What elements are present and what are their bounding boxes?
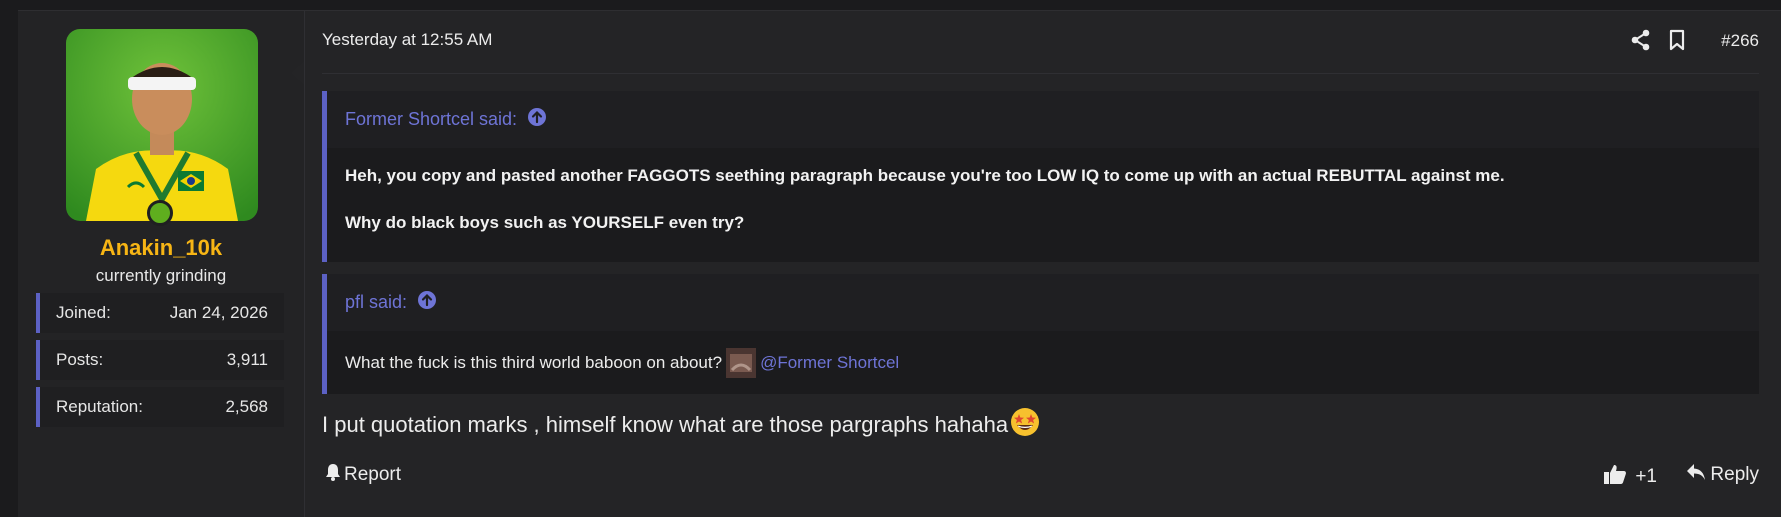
stat-posts: Posts: 3,911 (36, 340, 284, 380)
user-mention-link[interactable]: @Former Shortcel (760, 353, 899, 373)
reply-arrow-icon (1686, 463, 1706, 487)
quote-block: pfl said: What the fuck is this third wo… (322, 274, 1759, 394)
bell-icon (325, 463, 341, 487)
reply-button[interactable]: Reply (1686, 463, 1759, 487)
post-container: Anakin_10k currently grinding Joined: Ja… (18, 10, 1781, 517)
quote-header: pfl said: (327, 274, 1759, 331)
avatar[interactable] (66, 29, 258, 221)
quote-block: Former Shortcel said: Heh, you copy and … (322, 91, 1759, 262)
like-count: +1 (1635, 466, 1657, 487)
like-button[interactable]: +1 (1603, 463, 1657, 491)
arrow-circle-up-icon[interactable] (417, 290, 437, 315)
stat-reputation: Reputation: 2,568 (36, 387, 284, 427)
post-main: Yesterday at 12:55 AM #266 Former Shortc (322, 11, 1781, 517)
quote-text-row: What the fuck is this third world baboon… (345, 347, 899, 378)
user-panel-pointer (291, 61, 304, 85)
stat-value: 3,911 (226, 350, 268, 369)
grinning-star-eyes-emoji (1010, 407, 1040, 443)
username[interactable]: Anakin_10k (18, 235, 304, 261)
post-body-text: I put quotation marks , himself know wha… (322, 412, 1009, 437)
quote-body: Heh, you copy and pasted another FAGGOTS… (327, 148, 1759, 262)
quote-text: What the fuck is this third world baboon… (345, 352, 723, 372)
stat-label: Reputation: (56, 397, 143, 416)
stat-joined: Joined: Jan 24, 2026 (36, 293, 284, 333)
post-number[interactable]: #266 (1721, 31, 1759, 51)
thumbs-up-icon (1603, 463, 1627, 491)
user-title: currently grinding (95, 266, 227, 285)
mention-avatar[interactable] (726, 347, 757, 378)
quote-author-link[interactable]: Former Shortcel said: (345, 109, 517, 130)
share-icon[interactable] (1631, 29, 1651, 56)
quote-body: What the fuck is this third world baboon… (327, 331, 1759, 394)
quote-line: Why do black boys such as YOURSELF even … (345, 213, 745, 232)
reply-label: Reply (1710, 464, 1759, 485)
bookmark-icon[interactable] (1669, 29, 1685, 56)
stat-label: Posts: (56, 350, 104, 369)
post-footer: Report +1 Reply (322, 463, 1759, 493)
arrow-circle-up-icon[interactable] (527, 107, 547, 132)
online-status-indicator (147, 200, 173, 226)
report-label: Report (344, 464, 402, 485)
stat-value: Jan 24, 2026 (169, 303, 268, 322)
quote-line: Heh, you copy and pasted another FAGGOTS… (345, 166, 1505, 185)
stat-label: Joined: (56, 303, 111, 322)
avatar-image (66, 29, 258, 221)
post-date[interactable]: Yesterday at 12:55 AM (322, 30, 492, 50)
quote-author-link[interactable]: pfl said: (345, 292, 407, 313)
user-panel: Anakin_10k currently grinding Joined: Ja… (18, 11, 305, 517)
stat-value: 2,568 (225, 397, 268, 416)
header-divider (322, 73, 1759, 74)
post-body: I put quotation marks , himself know wha… (322, 407, 1040, 443)
report-button[interactable]: Report (325, 463, 401, 487)
quote-header: Former Shortcel said: (327, 91, 1759, 148)
